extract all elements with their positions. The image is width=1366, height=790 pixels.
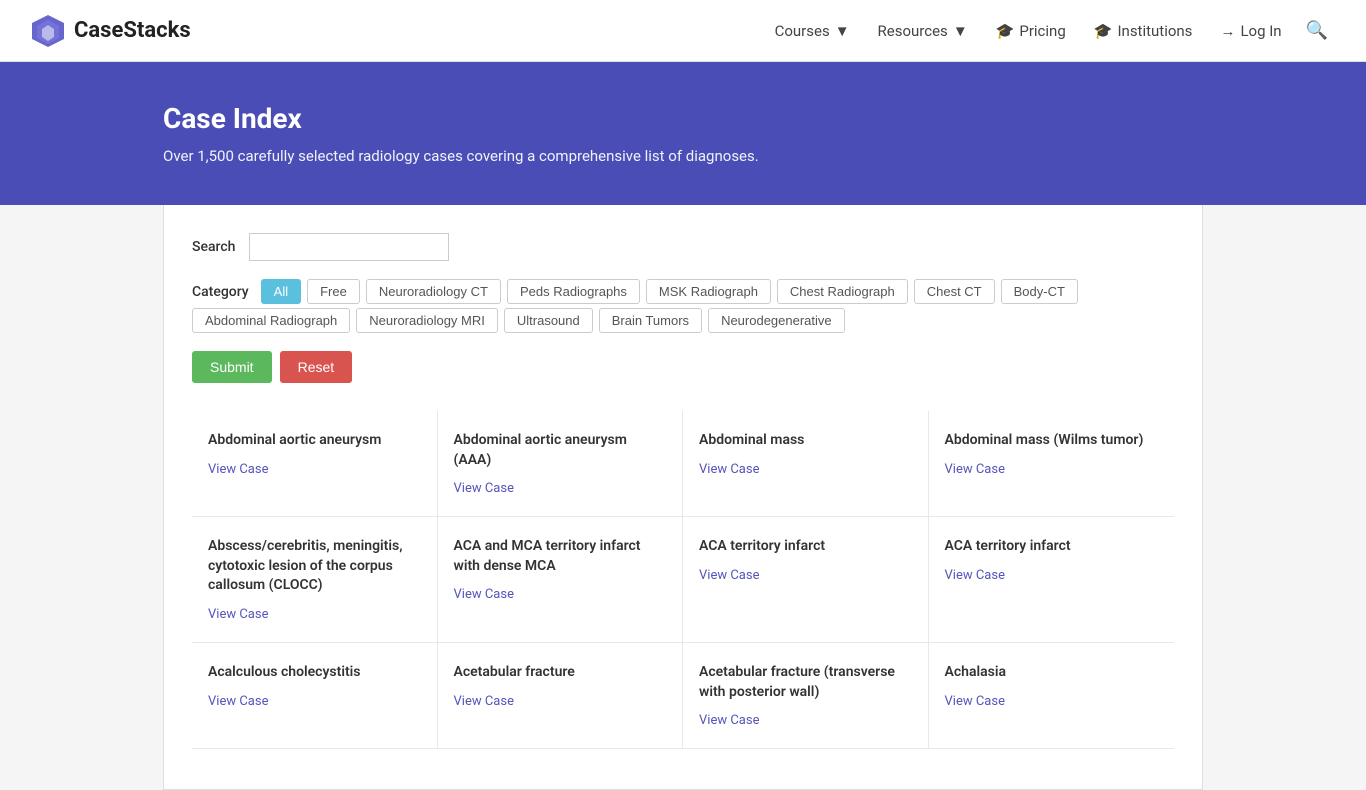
pricing-label: Pricing [1019, 22, 1065, 40]
institutions-label: Institutions [1117, 22, 1192, 40]
view-case-8[interactable]: View Case [208, 694, 268, 709]
brand-icon [30, 13, 66, 49]
case-cell-10: Acetabular fracture (transverse with pos… [683, 643, 929, 749]
content-box: Search Category All Free Neuroradiology … [163, 205, 1203, 790]
case-cell-7: ACA territory infarct View Case [929, 517, 1175, 643]
search-row: Search [192, 233, 1174, 261]
case-title-4: Abscess/cerebritis, meningitis, cytotoxi… [208, 537, 421, 596]
view-case-11[interactable]: View Case [945, 694, 1005, 709]
case-cell-9: Acetabular fracture View Case [438, 643, 684, 749]
hero-title: Case Index [163, 102, 1203, 135]
category-neuroradiology-mri[interactable]: Neuroradiology MRI [356, 308, 498, 333]
nav-institutions[interactable]: 🎓 Institutions [1082, 14, 1205, 48]
courses-label: Courses [775, 22, 830, 40]
main-container: Search Category All Free Neuroradiology … [133, 205, 1233, 790]
category-body-ct[interactable]: Body-CT [1001, 279, 1078, 304]
case-title-0: Abdominal aortic aneurysm [208, 431, 421, 451]
case-title-3: Abdominal mass (Wilms tumor) [945, 431, 1159, 451]
case-title-6: ACA territory infarct [699, 537, 912, 557]
category-msk-radiograph[interactable]: MSK Radiograph [646, 279, 771, 304]
login-icon: → [1220, 22, 1235, 40]
case-title-11: Achalasia [945, 663, 1159, 683]
view-case-4[interactable]: View Case [208, 607, 268, 622]
view-case-10[interactable]: View Case [699, 713, 759, 728]
hero-section: Case Index Over 1,500 carefully selected… [0, 62, 1366, 205]
category-chest-radiograph[interactable]: Chest Radiograph [777, 279, 908, 304]
case-cell-3: Abdominal mass (Wilms tumor) View Case [929, 411, 1175, 517]
view-case-5[interactable]: View Case [454, 587, 514, 602]
reset-button[interactable]: Reset [280, 351, 353, 383]
case-title-2: Abdominal mass [699, 431, 912, 451]
button-row: Submit Reset [192, 351, 1174, 383]
category-free[interactable]: Free [307, 279, 360, 304]
category-peds-radiographs[interactable]: Peds Radiographs [507, 279, 640, 304]
login-label: Log In [1240, 22, 1281, 40]
category-abdominal-radiograph[interactable]: Abdominal Radiograph [192, 308, 350, 333]
nav-pricing[interactable]: 🎓 Pricing [984, 14, 1078, 48]
submit-button[interactable]: Submit [192, 351, 272, 383]
category-neuroradiology-ct[interactable]: Neuroradiology CT [366, 279, 501, 304]
case-title-7: ACA territory infarct [945, 537, 1159, 557]
view-case-1[interactable]: View Case [454, 481, 514, 496]
navbar: CaseStacks Courses ▼ Resources ▼ 🎓 Prici… [0, 0, 1366, 62]
view-case-0[interactable]: View Case [208, 462, 268, 477]
category-label: Category [192, 284, 249, 300]
brand-logo[interactable]: CaseStacks [30, 13, 191, 49]
case-cell-8: Acalculous cholecystitis View Case [192, 643, 438, 749]
case-cell-11: Achalasia View Case [929, 643, 1175, 749]
category-all[interactable]: All [261, 279, 301, 304]
case-cell-2: Abdominal mass View Case [683, 411, 929, 517]
search-icon-button[interactable]: 🔍 [1298, 12, 1336, 49]
view-case-3[interactable]: View Case [945, 462, 1005, 477]
cases-grid: Abdominal aortic aneurysm View Case Abdo… [192, 411, 1174, 749]
search-label: Search [192, 239, 235, 255]
view-case-7[interactable]: View Case [945, 568, 1005, 583]
category-ultrasound[interactable]: Ultrasound [504, 308, 593, 333]
institutions-icon: 🎓 [1094, 22, 1113, 40]
case-title-10: Acetabular fracture (transverse with pos… [699, 663, 912, 702]
case-cell-0: Abdominal aortic aneurysm View Case [192, 411, 438, 517]
category-chest-ct[interactable]: Chest CT [914, 279, 995, 304]
category-row: Category All Free Neuroradiology CT Peds… [192, 279, 1174, 333]
case-title-9: Acetabular fracture [454, 663, 667, 683]
case-title-8: Acalculous cholecystitis [208, 663, 421, 683]
view-case-2[interactable]: View Case [699, 462, 759, 477]
case-cell-4: Abscess/cerebritis, meningitis, cytotoxi… [192, 517, 438, 643]
nav-login[interactable]: → Log In [1208, 14, 1293, 48]
brand-name: CaseStacks [74, 18, 191, 43]
case-title-1: Abdominal aortic aneurysm (AAA) [454, 431, 667, 470]
search-input[interactable] [249, 233, 449, 261]
case-cell-6: ACA territory infarct View Case [683, 517, 929, 643]
resources-label: Resources [878, 22, 948, 40]
courses-dropdown-icon: ▼ [835, 22, 850, 40]
view-case-9[interactable]: View Case [454, 694, 514, 709]
category-neurodegenerative[interactable]: Neurodegenerative [708, 308, 845, 333]
nav-resources[interactable]: Resources ▼ [866, 14, 980, 48]
resources-dropdown-icon: ▼ [953, 22, 968, 40]
view-case-6[interactable]: View Case [699, 568, 759, 583]
case-cell-1: Abdominal aortic aneurysm (AAA) View Cas… [438, 411, 684, 517]
category-brain-tumors[interactable]: Brain Tumors [599, 308, 702, 333]
case-title-5: ACA and MCA territory infarct with dense… [454, 537, 667, 576]
nav-courses[interactable]: Courses ▼ [763, 14, 862, 48]
case-cell-5: ACA and MCA territory infarct with dense… [438, 517, 684, 643]
nav-links: Courses ▼ Resources ▼ 🎓 Pricing 🎓 Instit… [763, 12, 1336, 49]
pricing-icon: 🎓 [996, 22, 1015, 40]
hero-subtitle: Over 1,500 carefully selected radiology … [163, 147, 1203, 165]
